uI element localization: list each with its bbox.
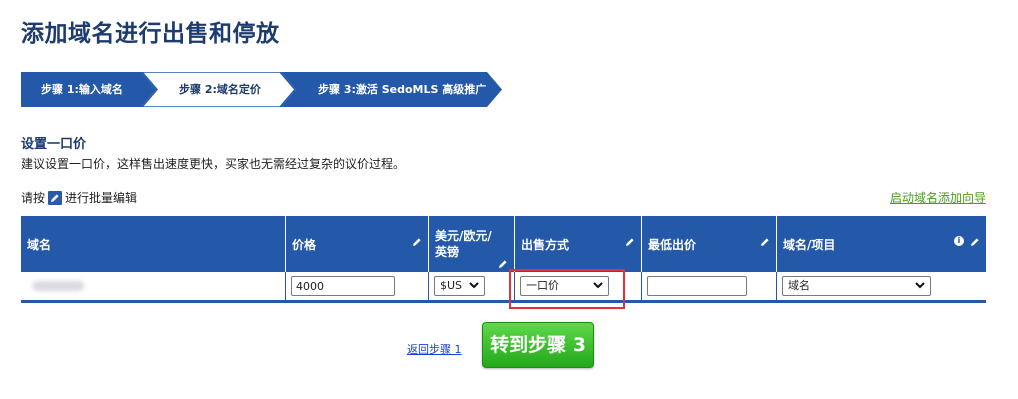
chevron-down-icon	[915, 282, 925, 289]
step-3: 步骤 3:激活 SedoMLS 高级推广	[318, 83, 487, 96]
bulk-edit-hint: 请按 进行批量编辑	[21, 189, 137, 206]
chevron-down-icon	[469, 282, 479, 289]
domain-pricing-table: 域名 价格 美元/欧元/英镑 出售方式 最低出价 域名/项目 i 4000 $U…	[21, 216, 986, 303]
table-row: $US 一口价 域名	[21, 272, 986, 300]
step-2: 步骤 2:域名定价	[179, 83, 261, 96]
domain-wizard-link[interactable]: 启动域名添加向导	[890, 189, 986, 206]
edit-currency-icon[interactable]	[498, 258, 508, 272]
blurred-domain-name	[32, 281, 84, 291]
price-input[interactable]	[291, 276, 395, 296]
min-offer-input[interactable]	[647, 276, 747, 296]
header-sale-method: 出售方式	[515, 216, 642, 272]
sale-method-highlight	[509, 269, 625, 309]
header-category: 域名/项目 i	[777, 216, 986, 272]
min-offer-cell	[642, 272, 777, 300]
currency-select[interactable]: $US	[434, 276, 485, 296]
edit-price-icon[interactable]	[412, 236, 422, 250]
section-title: 设置一口价	[21, 137, 87, 152]
category-cell: 域名	[777, 272, 986, 300]
back-to-step-1-link[interactable]: 返回步骤 1	[407, 341, 462, 357]
section-description: 建议设置一口价，这样售出速度更快，买家也无需经过复杂的议价过程。	[21, 157, 406, 171]
currency-cell: $US	[429, 272, 515, 300]
info-icon[interactable]: i	[954, 236, 964, 246]
edit-min-offer-icon[interactable]	[760, 236, 770, 250]
domain-cell	[21, 272, 286, 300]
header-min-offer: 最低出价	[642, 216, 777, 272]
header-currency: 美元/欧元/英镑	[429, 216, 515, 272]
category-select[interactable]: 域名	[782, 276, 931, 296]
price-cell	[286, 272, 429, 300]
header-price: 价格	[286, 216, 429, 272]
edit-category-icon[interactable]	[970, 236, 980, 250]
page-title: 添加域名进行出售和停放	[21, 21, 280, 47]
step-1: 步骤 1:输入域名	[41, 83, 123, 96]
bulk-edit-suffix: 进行批量编辑	[65, 191, 138, 205]
go-to-step-3-button[interactable]: 转到步骤 3	[482, 322, 594, 368]
step-indicator: 步骤 1:输入域名 步骤 2:域名定价 步骤 3:激活 SedoMLS 高级推广	[21, 72, 511, 107]
header-domain: 域名	[21, 216, 286, 272]
bulk-edit-prefix: 请按	[21, 191, 46, 205]
table-header: 域名 价格 美元/欧元/英镑 出售方式 最低出价 域名/项目 i	[21, 216, 986, 272]
pencil-icon[interactable]	[48, 190, 63, 205]
edit-sale-method-icon[interactable]	[625, 236, 635, 250]
